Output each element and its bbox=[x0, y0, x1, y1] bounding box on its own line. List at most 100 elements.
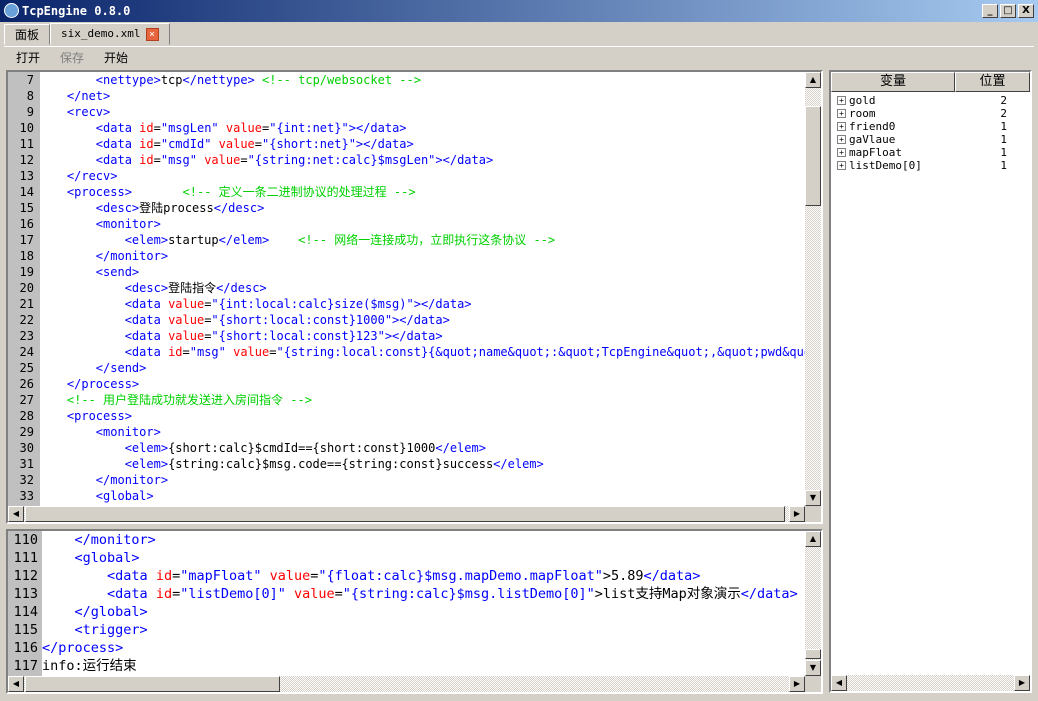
variable-row[interactable]: + gaVlaue 1 bbox=[831, 133, 1030, 146]
tab-panel[interactable]: 面板 bbox=[4, 24, 51, 45]
console-output[interactable]: 110 </monitor> 111 <global> 112 <data id="… bbox=[6, 529, 823, 694]
line-number: 7 bbox=[26, 73, 34, 87]
code-token: <!-- 网络一连接成功，立即执行这条协议 --> bbox=[298, 233, 556, 247]
code-line: 14 <process> <!-- 定义一条二进制协议的处理过程 --> bbox=[8, 184, 805, 200]
code-token: <nettype> bbox=[95, 73, 161, 87]
scroll-down-button[interactable]: ▼ bbox=[805, 660, 821, 676]
maximize-button[interactable]: □ bbox=[1000, 4, 1016, 18]
scroll-up-button[interactable]: ▲ bbox=[805, 531, 821, 547]
code-token: <recv> bbox=[66, 105, 111, 119]
scroll-thumb[interactable] bbox=[805, 106, 821, 206]
code-token: id bbox=[139, 121, 154, 135]
expand-icon[interactable]: + bbox=[837, 109, 846, 118]
variable-row[interactable]: + room 2 bbox=[831, 107, 1030, 120]
code-token: </recv> bbox=[66, 169, 118, 183]
code-token: "{short:local:const}123" bbox=[211, 329, 385, 343]
code-line: 15 <desc>登陆process</desc> bbox=[8, 200, 805, 216]
code-token: = bbox=[254, 137, 262, 151]
line-number: 20 bbox=[19, 281, 34, 295]
code-token: >list支持Map对象演示 bbox=[594, 586, 741, 602]
horizontal-scrollbar[interactable]: ◀ ▶ bbox=[831, 675, 1030, 691]
expand-icon[interactable]: + bbox=[837, 161, 846, 170]
scroll-thumb[interactable] bbox=[25, 506, 785, 522]
expand-icon[interactable]: + bbox=[837, 96, 846, 105]
scroll-thumb[interactable] bbox=[805, 649, 821, 659]
code-token: startup bbox=[168, 233, 219, 247]
horizontal-scrollbar[interactable]: ◀ ▶ bbox=[8, 506, 805, 522]
vertical-scrollbar[interactable]: ▲ ▼ bbox=[805, 72, 821, 506]
line-number: 33 bbox=[19, 489, 34, 503]
line-number: 11 bbox=[19, 137, 34, 151]
scroll-thumb[interactable] bbox=[25, 676, 280, 692]
variable-position: 2 bbox=[1000, 107, 1007, 120]
scroll-left-button[interactable]: ◀ bbox=[8, 676, 24, 692]
code-token: </elem> bbox=[435, 441, 486, 455]
expand-icon[interactable]: + bbox=[837, 122, 846, 131]
code-lines[interactable]: 7 <nettype>tcp</nettype> <!-- tcp/websoc… bbox=[8, 72, 805, 506]
line-number: 117 bbox=[13, 658, 38, 674]
close-button[interactable]: X bbox=[1018, 4, 1034, 18]
scroll-down-button[interactable]: ▼ bbox=[805, 490, 821, 506]
variable-row[interactable]: + mapFloat 1 bbox=[831, 146, 1030, 159]
code-line: 7 <nettype>tcp</nettype> <!-- tcp/websoc… bbox=[8, 72, 805, 88]
scroll-left-button[interactable]: ◀ bbox=[8, 506, 24, 522]
variable-row[interactable]: + friend0 1 bbox=[831, 120, 1030, 133]
variable-row[interactable]: + listDemo[0] 1 bbox=[831, 159, 1030, 172]
column-header-variable[interactable]: 变量 bbox=[831, 72, 955, 92]
code-token: <data bbox=[95, 153, 140, 167]
close-tab-icon[interactable]: × bbox=[145, 27, 159, 41]
code-token: = bbox=[182, 345, 190, 359]
code-token: ></data> bbox=[348, 121, 407, 135]
code-line: 23 <data value="{short:local:const}123">… bbox=[8, 328, 805, 344]
scroll-left-button[interactable]: ◀ bbox=[831, 675, 847, 691]
scroll-right-button[interactable]: ▶ bbox=[789, 506, 805, 522]
tab-six-demo[interactable]: six_demo.xml × bbox=[50, 23, 170, 45]
code-token: <trigger> bbox=[74, 622, 148, 638]
code-token: ></data> bbox=[384, 329, 443, 343]
save-button[interactable]: 保存 bbox=[60, 49, 84, 66]
code-token: <desc> bbox=[124, 281, 169, 295]
variable-position: 1 bbox=[1000, 120, 1007, 133]
horizontal-scrollbar[interactable]: ◀ ▶ bbox=[8, 676, 805, 692]
line-number: 116 bbox=[13, 640, 38, 656]
code-token: </net> bbox=[66, 89, 111, 103]
tab-label: six_demo.xml bbox=[61, 27, 141, 40]
tab-bar: 面板 six_demo.xml × bbox=[4, 23, 170, 46]
code-token: >5.89 bbox=[602, 568, 644, 584]
variable-name: friend0 bbox=[849, 120, 896, 133]
code-line: 116 </process> bbox=[8, 639, 805, 657]
code-token: "msg" bbox=[189, 345, 234, 359]
window-title: TcpEngine 0.8.0 bbox=[22, 4, 131, 18]
console-lines[interactable]: 110 </monitor> 111 <global> 112 <data id="… bbox=[8, 531, 805, 676]
expand-icon[interactable]: + bbox=[837, 135, 846, 144]
code-line: 9 <recv> bbox=[8, 104, 805, 120]
code-token: <data bbox=[107, 568, 156, 584]
code-line: 20 <desc>登陆指令</desc> bbox=[8, 280, 805, 296]
start-button[interactable]: 开始 bbox=[104, 49, 128, 66]
vertical-scrollbar[interactable]: ▲ ▼ bbox=[805, 531, 821, 676]
code-editor[interactable]: 7 <nettype>tcp</nettype> <!-- tcp/websoc… bbox=[6, 70, 823, 524]
code-token: <send> bbox=[95, 265, 140, 279]
code-token: </nettype> bbox=[182, 73, 255, 87]
open-button[interactable]: 打开 bbox=[16, 49, 40, 66]
code-token: <global> bbox=[95, 489, 154, 503]
variable-row[interactable]: + gold 2 bbox=[831, 94, 1030, 107]
scroll-right-button[interactable]: ▶ bbox=[789, 676, 805, 692]
code-token: </monitor> bbox=[74, 532, 156, 548]
column-header-position[interactable]: 位置 bbox=[955, 72, 1030, 92]
code-token: "{int:net}" bbox=[269, 121, 349, 135]
scroll-up-button[interactable]: ▲ bbox=[805, 72, 821, 88]
expand-icon[interactable]: + bbox=[837, 148, 846, 157]
line-number: 115 bbox=[13, 622, 38, 638]
scroll-right-button[interactable]: ▶ bbox=[1014, 675, 1030, 691]
minimize-button[interactable]: _ bbox=[982, 4, 998, 18]
code-token: <process> bbox=[66, 409, 132, 423]
line-number: 112 bbox=[13, 568, 38, 584]
code-token: "msg" bbox=[160, 153, 205, 167]
code-token: </monitor> bbox=[95, 249, 169, 263]
code-token: "{string:net:calc}$msgLen" bbox=[247, 153, 436, 167]
code-token: <global> bbox=[74, 550, 140, 566]
